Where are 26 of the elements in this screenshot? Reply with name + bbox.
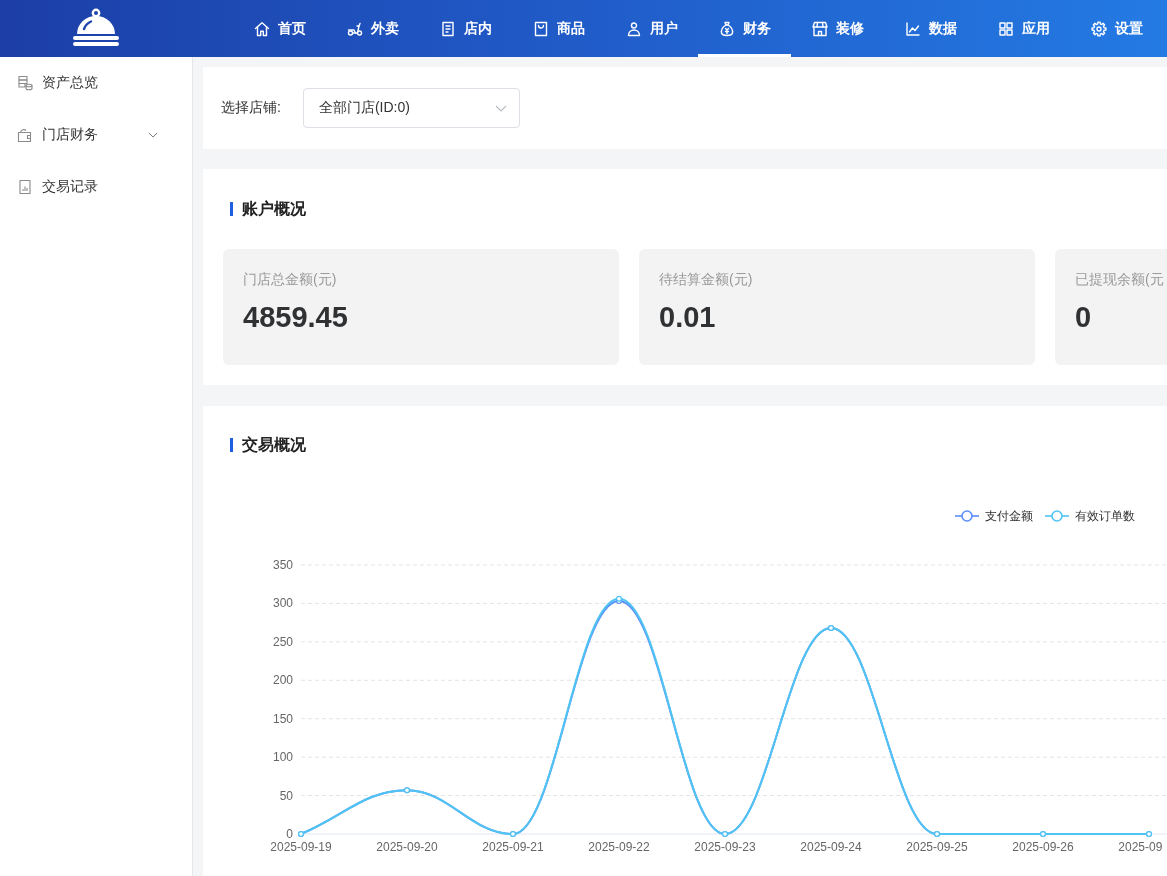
y-axis-label: 100 <box>272 750 293 765</box>
y-axis-label: 200 <box>272 673 293 688</box>
stat-label: 门店总金额(元) <box>243 270 337 288</box>
stat-value: 0.01 <box>659 300 716 334</box>
y-axis-label: 50 <box>279 788 293 803</box>
y-axis-label: 250 <box>272 634 293 649</box>
filter-label: 选择店铺: <box>221 99 281 117</box>
x-axis-label: 2025-09-21 <box>482 840 544 854</box>
stat-value: 4859.45 <box>243 300 348 334</box>
x-axis-label: 2025-09-22 <box>588 840 650 854</box>
section-title: 交易概况 <box>230 435 306 455</box>
x-axis-label: 2025-09-24 <box>800 840 862 854</box>
x-axis-label: 2025-09-23 <box>694 840 756 854</box>
x-axis-label: 2025-09-19 <box>270 840 332 854</box>
x-axis-label: 2025-09-25 <box>906 840 968 854</box>
section-title: 账户概况 <box>230 199 306 219</box>
x-axis-label: 2025-09-20 <box>376 840 438 854</box>
x-axis-label: 2025-09-26 <box>1012 840 1074 854</box>
stat-label: 已提现余额(元 <box>1075 270 1164 288</box>
stat-label: 待结算金额(元) <box>659 270 753 288</box>
y-axis-label: 150 <box>272 711 293 726</box>
y-axis-label: 300 <box>272 596 293 611</box>
y-axis-label: 350 <box>272 558 293 572</box>
x-axis-label: 2025-09 <box>1118 840 1163 854</box>
stat-value: 0 <box>1075 300 1092 334</box>
y-axis-label: 0 <box>286 827 293 841</box>
